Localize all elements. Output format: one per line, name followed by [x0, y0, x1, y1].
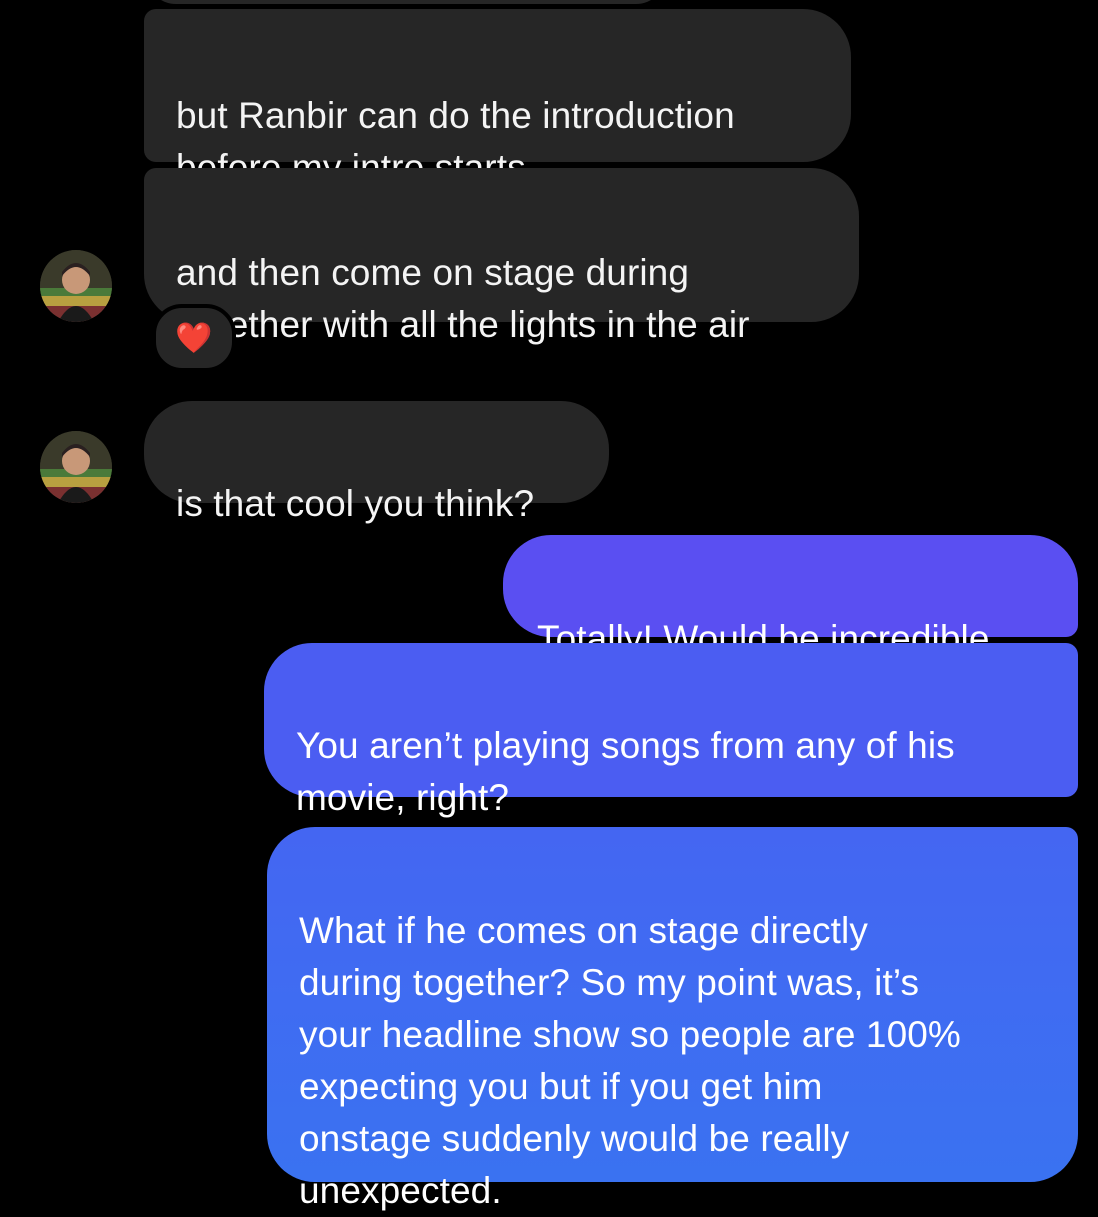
- incoming-message-bubble[interactable]: and then come on stage during together w…: [144, 168, 859, 345]
- previous-message-bubble-edge[interactable]: [146, 0, 666, 4]
- outgoing-message-bubble[interactable]: Totally! Would be incredible: [503, 535, 1078, 659]
- message-text: and then come on stage during together w…: [176, 252, 750, 345]
- outgoing-message-bubble[interactable]: What if he comes on stage directly durin…: [267, 827, 1078, 1211]
- user-avatar-icon[interactable]: [40, 250, 112, 322]
- message-text: What if he comes on stage directly durin…: [299, 910, 961, 1211]
- user-avatar-icon[interactable]: [40, 431, 112, 503]
- message-text: is that cool you think?: [176, 483, 535, 524]
- outgoing-message-bubble[interactable]: You aren’t playing songs from any of his…: [264, 643, 1078, 818]
- message-text: You aren’t playing songs from any of his…: [296, 725, 955, 818]
- heart-reaction-icon: ❤️: [175, 321, 213, 355]
- message-reaction[interactable]: ❤️: [152, 304, 236, 372]
- message-thread: but Ranbir can do the introduction befor…: [0, 0, 1098, 1211]
- incoming-message-bubble[interactable]: is that cool you think?: [144, 401, 609, 524]
- incoming-message-bubble[interactable]: but Ranbir can do the introduction befor…: [144, 9, 851, 188]
